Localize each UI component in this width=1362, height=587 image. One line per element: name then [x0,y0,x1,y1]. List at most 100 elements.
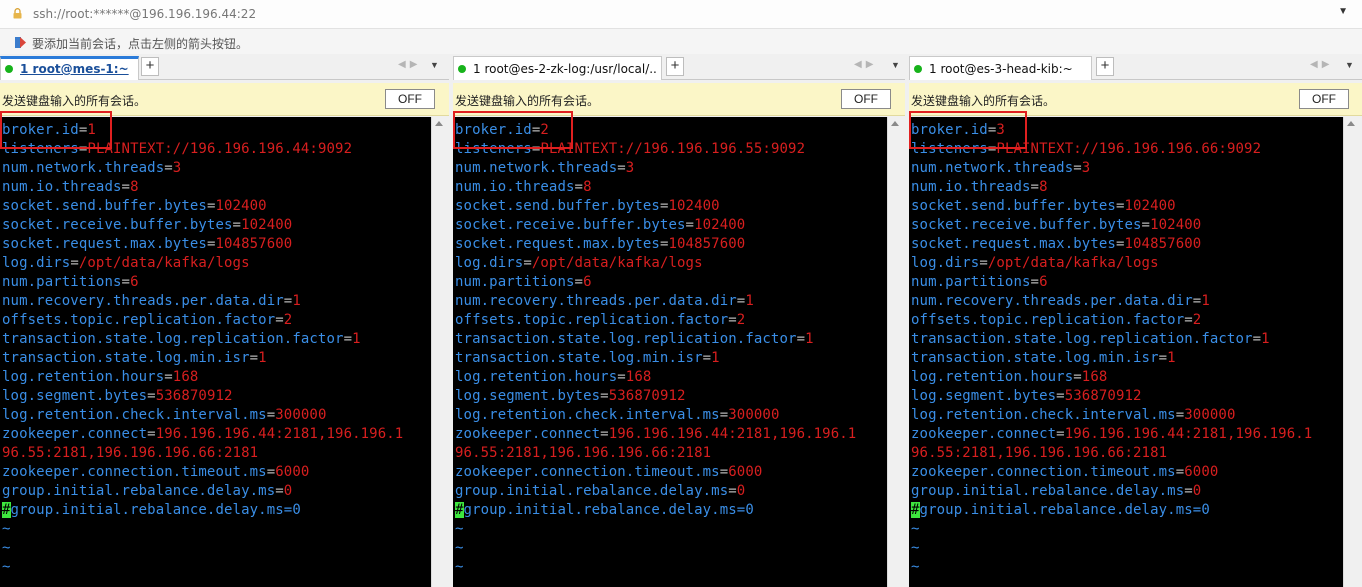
config-line: transaction.state.log.replication.factor… [911,330,1270,349]
config-key: num.partitions [455,274,575,290]
equals-sign: = [796,331,806,347]
config-value: 1 [1201,293,1210,309]
add-tab-button[interactable]: + [1096,57,1114,76]
equals-sign: = [523,255,532,271]
config-line-wrap: 96.55:2181,196.196.196.66:2181 [455,444,711,463]
add-tab-button[interactable]: + [666,57,684,76]
config-line: socket.send.buffer.bytes=102400 [455,197,720,216]
config-value: 104857600 [668,236,746,252]
config-key: num.recovery.threads.per.data.dir [911,293,1193,309]
tab-label: 1 root@es-3-head-kib:~ [929,62,1073,76]
session-url[interactable]: ssh://root:******@196.196.196.44:22 [33,7,256,21]
config-key: offsets.topic.replication.factor [911,312,1185,328]
chevron-down-icon[interactable]: ▼ [1338,6,1348,17]
equals-sign: = [147,388,156,404]
equals-sign: = [617,369,626,385]
scroll-up-icon[interactable] [1347,121,1355,126]
config-value: 96.55:2181,196.196.196.66:2181 [455,445,712,461]
broker-id-highlight-box [0,111,112,149]
config-key: num.network.threads [911,160,1074,176]
config-key: log.retention.hours [911,369,1074,385]
tab-label: 1 root@mes-1:~ [20,62,129,76]
config-value: 196.196.196.44:2181,196.196.1 [1064,426,1313,442]
tab-list-chevron-icon[interactable]: ▼ [891,60,900,70]
config-line: log.retention.check.interval.ms=300000 [455,406,779,425]
config-line: num.io.threads=8 [455,178,592,197]
terminal-output[interactable]: broker.id=3 listeners=PLAINTEXT://196.196… [909,117,1343,587]
terminal-output[interactable]: broker.id=2 listeners=PLAINTEXT://196.196… [453,117,887,587]
send-all-toggle-button[interactable]: OFF [1299,89,1349,109]
config-value: 3 [172,160,182,176]
config-line: log.retention.hours=168 [455,368,651,387]
tab-session-3[interactable]: 1 root@es-3-head-kib:~ [909,56,1092,80]
add-tab-button[interactable]: + [141,57,159,76]
config-line: log.segment.bytes=536870912 [911,387,1142,406]
config-value: PLAINTEXT://196.196.196.44:9092 [87,141,353,157]
tab-session-1[interactable]: 1 root@mes-1:~ [0,56,139,80]
config-line: offsets.topic.replication.factor=2 [2,311,292,330]
equals-sign: = [1073,160,1082,176]
scroll-up-icon[interactable] [891,121,899,126]
config-value: /opt/data/kafka/logs [531,255,703,271]
config-value: 96.55:2181,196.196.196.66:2181 [2,445,259,461]
empty-line-marker: ~ [455,521,464,537]
equals-sign: = [164,160,173,176]
config-value: 168 [1081,369,1108,385]
terminal-output[interactable]: broker.id=1 listeners=PLAINTEXT://196.196… [0,117,431,587]
send-all-toggle-button[interactable]: OFF [841,89,891,109]
tab-strip: 1 root@es-2-zk-log:/usr/local/... + ◀▶ ▼ [453,54,905,80]
config-key: num.recovery.threads.per.data.dir [2,293,284,309]
config-line: num.recovery.threads.per.data.dir=1 [455,292,754,311]
config-value: 168 [172,369,199,385]
vertical-scrollbar[interactable] [887,117,903,587]
tab-list-chevron-icon[interactable]: ▼ [1345,60,1354,70]
config-line: log.retention.hours=168 [911,368,1107,387]
config-key: log.retention.hours [2,369,165,385]
config-value: 8 [1039,179,1048,195]
connection-status-icon [914,65,922,73]
config-line: num.recovery.threads.per.data.dir=1 [2,292,301,311]
tab-scroll-arrows-icon[interactable]: ◀▶ [854,59,877,70]
config-value: 1 [1261,331,1270,347]
config-value: 300000 [728,407,780,423]
config-key: zookeeper.connection.timeout.ms [2,464,267,480]
config-key: log.dirs [911,255,980,271]
vertical-scrollbar[interactable] [431,117,447,587]
config-value: 6 [1039,274,1048,290]
vertical-scrollbar[interactable] [1343,117,1359,587]
tab-list-chevron-icon[interactable]: ▼ [430,60,439,70]
tab-scroll-arrows-icon[interactable]: ◀▶ [398,59,421,70]
add-session-icon[interactable] [14,36,27,49]
config-key: transaction.state.log.replication.factor [455,331,797,347]
config-key: num.network.threads [455,160,618,176]
tab-scroll-arrows-icon[interactable]: ◀▶ [1310,59,1333,70]
tab-session-2[interactable]: 1 root@es-2-zk-log:/usr/local/... [453,56,662,80]
address-bar[interactable]: ssh://root:******@196.196.196.44:22 ▼ [0,0,1362,29]
config-value: 102400 [1150,217,1202,233]
config-key: log.segment.bytes [455,388,601,404]
config-value: 1 [745,293,754,309]
scroll-up-icon[interactable] [435,121,443,126]
config-line: offsets.topic.replication.factor=2 [455,311,745,330]
equals-sign: = [1175,464,1185,480]
config-value: 96.55:2181,196.196.196.66:2181 [911,445,1168,461]
config-line: zookeeper.connection.timeout.ms=6000 [455,463,762,482]
config-line: socket.request.max.bytes=104857600 [911,235,1201,254]
config-line: socket.send.buffer.bytes=102400 [2,197,267,216]
config-key: zookeeper.connect [2,426,148,442]
config-line: #group.initial.rebalance.delay.ms=0 [911,501,1210,520]
config-line: log.dirs=/opt/data/kafka/logs [2,254,250,273]
terminal-pane-1: 1 root@mes-1:~ + ◀▶ ▼ 发送键盘输入的所有会话。 OFF b… [0,54,449,587]
config-key: log.segment.bytes [2,388,148,404]
send-all-toggle-button[interactable]: OFF [385,89,435,109]
config-line: socket.request.max.bytes=104857600 [455,235,745,254]
config-value: 3 [625,160,635,176]
config-value: 2 [1192,312,1202,328]
config-value: 6 [583,274,592,290]
config-key: zookeeper.connection.timeout.ms [911,464,1176,480]
lock-icon [13,8,22,19]
config-line: log.dirs=/opt/data/kafka/logs [911,254,1159,273]
config-line: group.initial.rebalance.delay.ms=0 [2,482,292,501]
config-value: PLAINTEXT://196.196.196.66:9092 [996,141,1262,157]
config-value: 104857600 [1124,236,1202,252]
